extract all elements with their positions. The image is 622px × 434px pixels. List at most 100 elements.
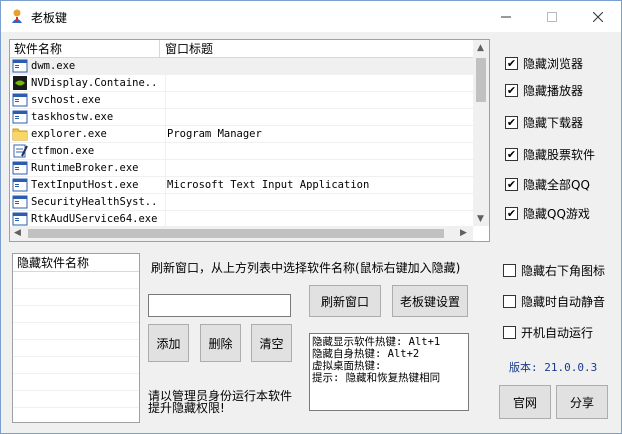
hidden-list-gridline	[13, 390, 139, 391]
title-bar[interactable]: 老板键	[1, 1, 621, 32]
clear-button[interactable]: 清空	[251, 324, 292, 362]
folder-icon	[12, 127, 28, 141]
hidden-list-gridline	[13, 373, 139, 374]
window-title-cell	[165, 194, 465, 211]
maximize-button[interactable]	[529, 1, 575, 32]
process-row[interactable]: explorer.exe Program Manager	[10, 126, 473, 143]
checkmark-icon[interactable]: ✔	[505, 84, 518, 97]
checkbox-empty-icon[interactable]	[503, 326, 516, 339]
checkbox-label: 隐藏浏览器	[523, 57, 584, 71]
hidden-software-list[interactable]: 隐藏软件名称	[12, 253, 140, 423]
checkmark-icon[interactable]: ✔	[505, 207, 518, 220]
refresh-window-button[interactable]: 刷新窗口	[309, 285, 381, 317]
delete-button[interactable]: 删除	[200, 324, 241, 362]
process-row[interactable]: dwm.exe	[10, 58, 473, 75]
checkmark-icon[interactable]: ✔	[505, 178, 518, 191]
checkbox-empty-icon[interactable]	[503, 295, 516, 308]
horizontal-scroll-thumb[interactable]	[28, 229, 444, 238]
checkbox-label: 隐藏播放器	[523, 84, 584, 98]
hidden-list-gridline	[13, 305, 139, 306]
process-name-cell: explorer.exe	[31, 128, 107, 140]
checkbox-empty-icon[interactable]	[503, 264, 516, 277]
hide-downloader-checkbox[interactable]: ✔ 隐藏下载器	[505, 114, 583, 131]
window-title-cell	[165, 109, 465, 126]
vertical-scroll-thumb[interactable]	[476, 58, 486, 102]
column-header-window-title[interactable]: 窗口标题	[161, 40, 361, 58]
hide-tray-icon-checkbox[interactable]: 隐藏右下角图标	[503, 262, 605, 279]
process-name-cell: TextInputHost.exe	[31, 179, 139, 191]
checkmark-icon[interactable]: ✔	[505, 116, 518, 129]
admin-note: 请以管理员身份运行本软件 提升隐藏权限!	[148, 390, 292, 414]
scroll-right-icon[interactable]: ▶	[460, 228, 467, 238]
hide-browser-checkbox[interactable]: ✔ 隐藏浏览器	[505, 55, 583, 72]
add-button[interactable]: 添加	[148, 324, 189, 362]
hidden-list-header: 隐藏软件名称	[13, 254, 139, 272]
scroll-up-icon[interactable]: ▲	[477, 43, 484, 53]
checkbox-label: 隐藏股票软件	[523, 148, 596, 162]
process-row[interactable]: RuntimeBroker.exe	[10, 160, 473, 177]
window-title-cell: Microsoft Text Input Application	[165, 177, 465, 194]
checkmark-icon[interactable]: ✔	[505, 57, 518, 70]
process-name-cell: taskhostw.exe	[31, 111, 114, 123]
app-window-icon	[12, 161, 28, 175]
hide-all-qq-checkbox[interactable]: ✔ 隐藏全部QQ	[505, 176, 590, 193]
boss-key-app-icon	[12, 9, 22, 23]
app-window-icon	[12, 195, 28, 209]
window-title-cell	[165, 160, 465, 177]
process-row[interactable]: SecurityHealthSyst...	[10, 194, 473, 211]
process-name-cell: RtkAudUService64.exe	[31, 213, 158, 225]
window-title-cell	[165, 143, 465, 160]
version-label: 版本: 21.0.0.3	[509, 361, 598, 374]
scroll-down-icon[interactable]: ▼	[477, 214, 484, 224]
boss-key-settings-button[interactable]: 老板键设置	[392, 285, 468, 317]
process-list-horizontal-scrollbar[interactable]: ◀ ▶	[10, 226, 473, 241]
checkbox-label: 隐藏全部QQ	[523, 178, 590, 192]
checkbox-label: 隐藏时自动静音	[521, 295, 606, 309]
checkbox-label: 隐藏QQ游戏	[523, 207, 590, 221]
checkbox-label: 开机自动运行	[521, 326, 594, 340]
process-name-cell: RuntimeBroker.exe	[31, 162, 139, 174]
auto-start-checkbox[interactable]: 开机自动运行	[503, 324, 593, 341]
minimize-button[interactable]	[483, 1, 529, 32]
app-window-icon	[12, 93, 28, 107]
process-name-cell: NVDisplay.Containe...	[31, 77, 159, 89]
process-row[interactable]: taskhostw.exe	[10, 109, 473, 126]
share-button[interactable]: 分享	[556, 385, 608, 419]
instruction-text: 刷新窗口，从上方列表中选择软件名称(鼠标右键加入隐藏)	[151, 261, 461, 275]
process-list-rows: dwm.exe NVDisplay.Containe... svchost.exe t…	[10, 58, 473, 226]
checkmark-icon[interactable]: ✔	[505, 148, 518, 161]
column-header-software-name[interactable]: 软件名称	[10, 40, 160, 58]
hidden-list-gridline	[13, 356, 139, 357]
process-row[interactable]: RtkAudUService64.exe	[10, 211, 473, 226]
scroll-left-icon[interactable]: ◀	[14, 228, 21, 238]
process-list-vertical-scrollbar[interactable]: ▲ ▼	[473, 40, 489, 226]
hidden-list-gridline	[13, 407, 139, 408]
process-name-cell: dwm.exe	[31, 60, 76, 72]
hide-player-checkbox[interactable]: ✔ 隐藏播放器	[505, 82, 583, 99]
window-title-cell	[165, 75, 465, 92]
software-name-input[interactable]	[148, 294, 291, 317]
hotkey-virtual-desktop-text: 虚拟桌面热键:	[312, 360, 382, 372]
process-row[interactable]: ctfmon.exe	[10, 143, 473, 160]
hotkey-hide-self-text: 隐藏自身热键: Alt+2	[312, 348, 420, 360]
minimize-icon	[501, 16, 511, 17]
app-window-icon	[12, 110, 28, 124]
hotkey-tip-text: 提示: 隐藏和恢复热键相同	[312, 372, 441, 384]
website-button[interactable]: 官网	[499, 385, 551, 419]
checkbox-label: 隐藏右下角图标	[521, 264, 606, 278]
process-name-cell: svchost.exe	[31, 94, 101, 106]
hotkey-info-box[interactable]: 隐藏显示软件热键: Alt+1 隐藏自身热键: Alt+2 虚拟桌面热键: 提示…	[309, 333, 469, 411]
process-list-header: 软件名称 窗口标题	[10, 40, 473, 58]
auto-mute-checkbox[interactable]: 隐藏时自动静音	[503, 293, 605, 310]
hide-stock-software-checkbox[interactable]: ✔ 隐藏股票软件	[505, 146, 595, 163]
process-row[interactable]: NVDisplay.Containe...	[10, 75, 473, 92]
process-list[interactable]: 软件名称 窗口标题 dwm.exe NVDisplay.Containe... sv…	[9, 39, 490, 242]
main-window: 老板键 软件名称 窗口标题 dwm.exe NVDisplay.Containe.…	[0, 0, 622, 434]
hidden-list-gridline	[13, 288, 139, 289]
hide-qq-game-checkbox[interactable]: ✔ 隐藏QQ游戏	[505, 205, 590, 222]
close-button[interactable]	[575, 1, 621, 32]
process-name-cell: SecurityHealthSyst...	[31, 196, 159, 208]
window-title-cell	[165, 92, 465, 109]
process-row[interactable]: TextInputHost.exe Microsoft Text Input Ap…	[10, 177, 473, 194]
process-row[interactable]: svchost.exe	[10, 92, 473, 109]
